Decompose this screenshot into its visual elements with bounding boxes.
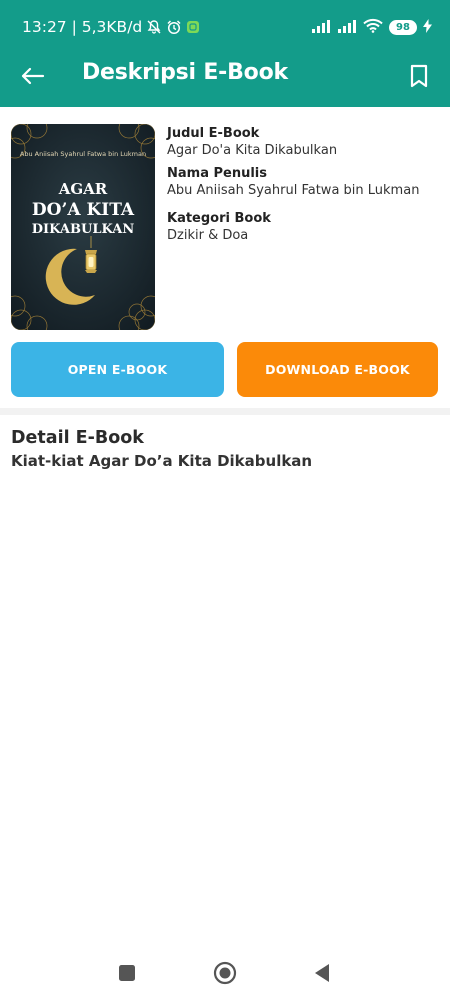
header: 13:27 | 5,3KB/d 98 Deskripsi E-Book bbox=[0, 0, 450, 107]
system-nav-bar bbox=[0, 945, 450, 1000]
alarm-icon bbox=[166, 19, 182, 35]
mute-icon bbox=[146, 19, 162, 35]
detail-heading: Detail E-Book bbox=[11, 428, 144, 448]
arrow-back-icon[interactable] bbox=[18, 62, 48, 90]
detail-text: Kiat-kiat Agar Do’a Kita Dikabulkan bbox=[11, 452, 313, 470]
cover-title-line: DO’A KITA bbox=[31, 200, 135, 220]
author-label: Nama Penulis bbox=[167, 166, 268, 181]
home-icon[interactable] bbox=[213, 961, 237, 985]
recent-apps-icon[interactable] bbox=[115, 961, 139, 985]
cover-author: Abu Aniisah Syahrul Fatwa bin Lukman bbox=[19, 150, 147, 158]
wifi-icon bbox=[363, 18, 383, 37]
signal-icon bbox=[337, 18, 357, 37]
book-cover: Abu Aniisah Syahrul Fatwa bin Lukman AGA… bbox=[11, 124, 155, 330]
section-divider bbox=[0, 408, 450, 415]
category-label: Kategori Book bbox=[167, 211, 271, 226]
bookmark-icon[interactable] bbox=[406, 62, 432, 90]
app-bar: Deskripsi E-Book bbox=[0, 56, 450, 96]
charging-icon bbox=[423, 18, 432, 37]
download-ebook-button[interactable]: DOWNLOAD E-BOOK bbox=[237, 342, 438, 397]
status-time-speed: 13:27 | 5,3KB/d bbox=[22, 18, 143, 36]
title-value: Agar Do'a Kita Dikabulkan bbox=[167, 143, 338, 158]
page-title: Deskripsi E-Book bbox=[82, 60, 288, 85]
signal-icon bbox=[311, 18, 331, 37]
open-ebook-button[interactable]: OPEN E-BOOK bbox=[11, 342, 224, 397]
cover-title-line: AGAR bbox=[58, 180, 108, 198]
status-bar: 13:27 | 5,3KB/d 98 bbox=[0, 0, 450, 56]
battery-icon: 98 bbox=[389, 20, 417, 35]
app-notification-icon bbox=[186, 20, 200, 34]
cover-title-line: DIKABULKAN bbox=[31, 222, 135, 237]
author-value: Abu Aniisah Syahrul Fatwa bin Lukman bbox=[167, 183, 420, 198]
book-info: Judul E-Book Agar Do'a Kita Dikabulkan N… bbox=[167, 125, 442, 244]
title-label: Judul E-Book bbox=[167, 126, 260, 141]
back-icon[interactable] bbox=[310, 961, 334, 985]
category-value: Dzikir & Doa bbox=[167, 228, 249, 243]
